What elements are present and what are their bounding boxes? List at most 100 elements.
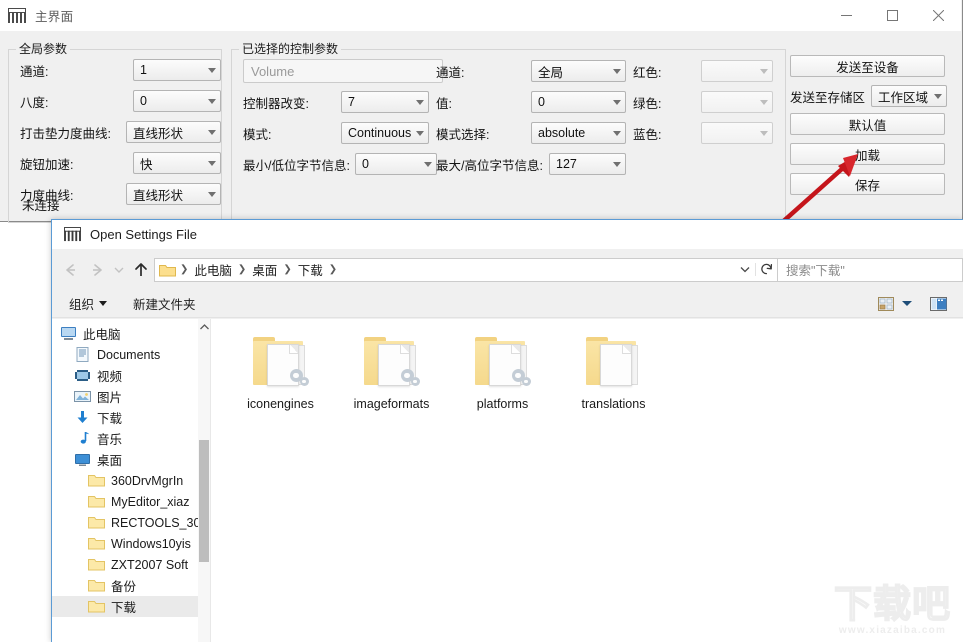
global-params-title: 全局参数 (16, 40, 71, 57)
folder-tree: 此电脑 Documents 视频 图片 下载 音乐 桌面 360DrvMgrIn MyEdito… (52, 319, 210, 617)
file-item-label: translations (581, 397, 646, 411)
minimize-button[interactable] (823, 0, 869, 31)
file-item[interactable]: iconengines (225, 333, 336, 411)
close-button[interactable] (915, 0, 961, 31)
load-button[interactable]: 加载 (790, 143, 945, 165)
tree-item-label: MyEditor_xiaz (111, 494, 190, 509)
breadcrumb-sep: ❯ (283, 264, 292, 275)
tree-item-label: 备份 (111, 580, 137, 594)
arrow-up-icon[interactable] (128, 255, 154, 285)
breadcrumb-item-1[interactable]: 桌面 (248, 260, 281, 279)
tree-item[interactable]: 此电脑 (52, 323, 210, 344)
channel-select[interactable]: 1 (133, 59, 221, 81)
breadcrumb[interactable]: ❯ 此电脑 ❯ 桌面 ❯ 下载 ❯ (154, 257, 778, 282)
green-label: 绿色: (633, 97, 662, 111)
save-button[interactable]: 保存 (790, 173, 945, 195)
tree-item[interactable]: 下载 (52, 596, 210, 617)
file-item[interactable]: translations (558, 333, 669, 411)
chevron-down-icon (608, 123, 625, 143)
velocity-curve-select[interactable]: 直线形状 (126, 183, 221, 205)
chevron-down-icon[interactable] (899, 300, 915, 307)
app-body: 全局参数 通道: 1 八度: 0 打击垫力度曲线: 直线形状 旋钮加速: 快 力… (0, 31, 962, 223)
tree-item-label: ZXT2007 Soft (111, 557, 189, 572)
blue-label: 蓝色: (633, 128, 662, 142)
green-select[interactable] (701, 91, 773, 113)
tree-item[interactable]: 下载 (52, 407, 210, 428)
view-tiles-icon[interactable] (873, 293, 899, 315)
tree-item-label: 下载 (97, 412, 123, 426)
file-item[interactable]: imageformats (336, 333, 447, 411)
organize-button[interactable]: 组织 (62, 291, 114, 316)
max-msb-select[interactable]: 127 (549, 153, 626, 175)
dialog-main: 此电脑 Documents 视频 图片 下载 音乐 桌面 360DrvMgrIn MyEdito… (52, 319, 963, 642)
action-buttons-panel: 发送至设备 发送至存储区 工作区域 默认值 加载 保存 (790, 49, 955, 223)
tree-item-label: Windows10yis (111, 536, 191, 551)
tree-item[interactable]: 音乐 (52, 428, 210, 449)
chevron-up-icon[interactable] (198, 319, 210, 335)
chevron-down-icon (203, 60, 220, 80)
new-folder-button[interactable]: 新建文件夹 (126, 291, 203, 316)
tree-item[interactable]: ZXT2007 Soft (52, 554, 210, 575)
mode-select-label: 模式选择: (436, 128, 490, 142)
octave-label: 八度: (20, 96, 49, 110)
tree-item[interactable]: 360DrvMgrIn (52, 470, 210, 491)
breadcrumb-sep: ❯ (180, 264, 189, 275)
file-item[interactable]: platforms (447, 333, 558, 411)
mode-type-select[interactable]: absolute (531, 122, 626, 144)
octave-select[interactable]: 0 (133, 90, 221, 112)
folder-icon (159, 263, 176, 277)
scrollbar-thumb[interactable] (199, 440, 209, 562)
tree-item-label: 图片 (97, 391, 123, 405)
blue-select[interactable] (701, 122, 773, 144)
connection-status: 未连接 (22, 199, 60, 213)
mode-select[interactable]: Continuous (341, 122, 429, 144)
chevron-down-icon (411, 123, 428, 143)
pad-velocity-curve-select[interactable]: 直线形状 (126, 121, 221, 143)
tree-item[interactable]: RECTOOLS_30 (52, 512, 210, 533)
defaults-button[interactable]: 默认值 (790, 113, 945, 135)
ctrl-value-select[interactable]: 0 (531, 91, 626, 113)
search-input[interactable]: 搜索"下载" (778, 257, 963, 282)
tree-item[interactable]: 备份 (52, 575, 210, 596)
red-select[interactable] (701, 60, 773, 82)
tree-item[interactable]: 图片 (52, 386, 210, 407)
controller-change-label: 控制器改变: (243, 97, 309, 111)
max-msb-label: 最大/高位字节信息: (436, 159, 543, 173)
sidebar-scrollbar[interactable] (198, 319, 210, 642)
controller-change-select[interactable]: 7 (341, 91, 429, 113)
folder-icon (88, 557, 105, 572)
tree-item[interactable]: MyEditor_xiaz (52, 491, 210, 512)
breadcrumb-item-2[interactable]: 下载 (294, 260, 327, 279)
refresh-icon[interactable] (755, 263, 777, 276)
breadcrumb-sep: ❯ (328, 264, 338, 275)
tree-item[interactable]: 桌面 (52, 449, 210, 470)
arrow-right-icon[interactable] (84, 255, 110, 285)
ctrl-channel-select[interactable]: 全局 (531, 60, 626, 82)
navigation-pane: 此电脑 Documents 视频 图片 下载 音乐 桌面 360DrvMgrIn MyEdito… (52, 319, 210, 642)
main-app-window: 主界面 全局参数 通道: 1 八度: 0 打击垫力度曲线: 直线形状 旋钮加速:… (0, 0, 963, 223)
folder-icon (88, 494, 105, 509)
tree-item[interactable]: Documents (52, 344, 210, 365)
chevron-down-icon[interactable] (110, 255, 128, 285)
chevron-down-icon (755, 61, 772, 81)
control-params-title: 已选择的控制参数 (239, 40, 342, 57)
tree-item[interactable]: 视频 (52, 365, 210, 386)
maximize-button[interactable] (869, 0, 915, 31)
arrow-left-icon[interactable] (58, 255, 84, 285)
knob-accel-label: 旋钮加速: (20, 158, 74, 172)
tree-item-label: 360DrvMgrIn (111, 473, 184, 488)
preview-pane-icon[interactable] (925, 293, 951, 315)
control-name-placeholder: Volume (251, 63, 295, 79)
breadcrumb-item-0[interactable]: 此电脑 (190, 260, 236, 279)
folder-with-gear-icon (362, 333, 422, 389)
tree-item[interactable]: Windows10yis (52, 533, 210, 554)
send-to-device-button[interactable]: 发送至设备 (790, 55, 945, 77)
min-lsb-select[interactable]: 0 (355, 153, 437, 175)
chevron-down-icon (203, 122, 220, 142)
send-to-storage-label: 发送至存储区 (790, 90, 866, 105)
knob-accel-select[interactable]: 快 (133, 152, 221, 174)
control-name-input[interactable]: Volume (243, 59, 443, 83)
chevron-down-icon[interactable] (735, 266, 755, 273)
chevron-down-icon (929, 86, 946, 106)
storage-region-select[interactable]: 工作区域 (871, 85, 948, 107)
